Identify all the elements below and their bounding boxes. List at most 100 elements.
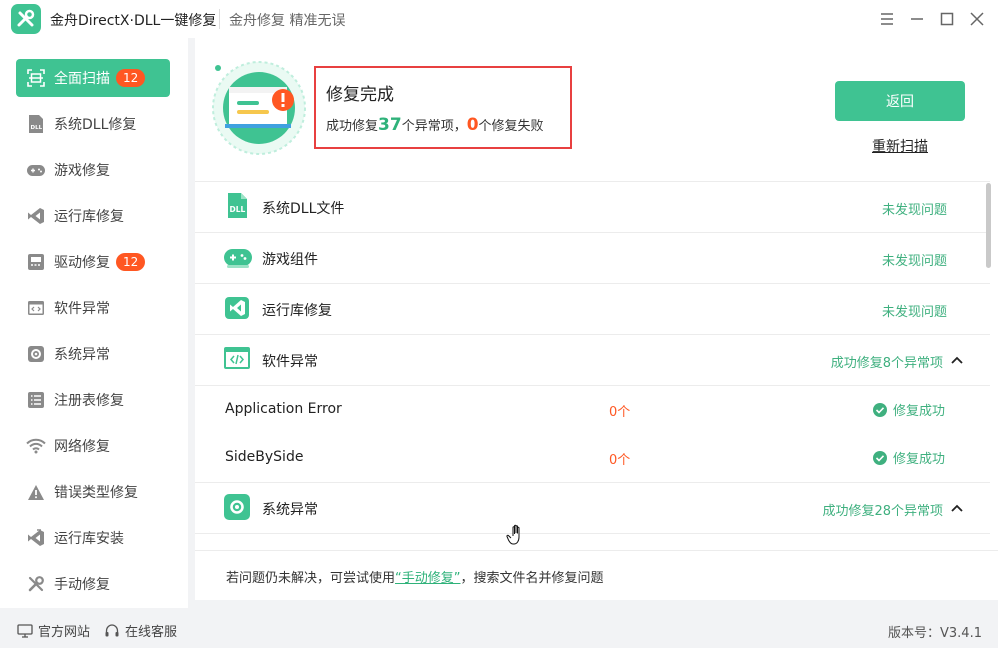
manual-repair-link[interactable]: “手动修复” [395, 571, 460, 586]
back-button[interactable]: 返回 [835, 81, 965, 121]
driver-icon [26, 252, 46, 272]
sidebar-item-system-exception[interactable]: 系统异常 [16, 335, 170, 373]
app-slogan: 金舟修复 精准无误 [229, 13, 346, 29]
sub-item-status: 修复成功 [873, 448, 945, 467]
sidebar-item-game-repair[interactable]: 游戏修复 [16, 151, 170, 189]
minimize-icon[interactable] [906, 8, 928, 30]
sidebar-item-manual-repair[interactable]: 手动修复 [16, 565, 170, 603]
sidebar-item-label: 错误类型修复 [54, 485, 138, 501]
sidebar-item-system-dll[interactable]: DLL 系统DLL修复 [16, 105, 170, 143]
help-hint: 若问题仍未解决，可尝试使用“手动修复”，搜索文件名并修复问题 [195, 550, 998, 600]
sidebar-item-full-scan[interactable]: 全面扫描 12 [16, 59, 170, 97]
list-item-label: 系统DLL文件 [262, 201, 345, 217]
version-label: 版本号：V3.4.1 [888, 626, 982, 641]
failed-count: 0 [466, 115, 479, 135]
dll-icon: DLL [26, 114, 46, 134]
official-website-link[interactable]: 官方网站 [17, 621, 90, 640]
list-item-status: 未发现问题 [881, 254, 947, 269]
fixed-count: 37 [378, 115, 402, 135]
list-item-system-exception[interactable]: 系统异常 成功修复28个异常项 [195, 483, 990, 534]
close-icon[interactable] [966, 8, 988, 30]
sub-item-status: 修复成功 [873, 400, 945, 419]
title-bar: 金舟DirectX·DLL一键修复 金舟修复 精准无误 [0, 0, 998, 38]
sub-item-count: 0个 [609, 405, 631, 420]
headset-icon [104, 623, 120, 639]
list-item-label: 游戏组件 [262, 252, 318, 268]
gamepad-icon [223, 243, 252, 271]
code-window-icon [223, 345, 251, 373]
sub-item-status-text: 修复成功 [893, 452, 946, 467]
check-circle-icon [873, 402, 887, 417]
svg-text:DLL: DLL [230, 205, 246, 214]
website-label: 官方网站 [38, 625, 91, 640]
list-item-runtime-repair[interactable]: 运行库修复 未发现问题 [195, 284, 990, 335]
list-item-status: 未发现问题 [881, 203, 947, 218]
sidebar-item-label: 注册表修复 [54, 393, 124, 409]
list-item-label: 软件异常 [262, 354, 318, 370]
list-item-system-dll[interactable]: DLL 系统DLL文件 未发现问题 [195, 182, 990, 233]
sidebar-item-label: 运行库安装 [54, 531, 124, 547]
sidebar-item-label: 网络修复 [54, 439, 110, 455]
result-description: 成功修复37个异常项，0个修复失败 [326, 115, 560, 135]
list-item-label: 系统异常 [262, 502, 318, 518]
dll-file-icon: DLL [223, 192, 251, 220]
sidebar-item-label: 手动修复 [54, 577, 110, 593]
list-item-label: 运行库修复 [262, 303, 332, 319]
app-logo-icon [11, 4, 41, 34]
vs-icon [26, 206, 46, 226]
sidebar-item-runtime-install[interactable]: 运行库安装 [16, 519, 170, 557]
chevron-up-icon[interactable] [949, 352, 965, 368]
maximize-icon[interactable] [936, 8, 958, 30]
list-item-software-exception[interactable]: 软件异常 成功修复8个异常项 [195, 335, 990, 386]
online-support-link[interactable]: 在线客服 [104, 621, 177, 640]
sidebar-item-label: 软件异常 [54, 301, 110, 317]
driver-count-badge: 12 [116, 253, 146, 271]
support-label: 在线客服 [125, 625, 178, 640]
result-mid: 个异常项， [401, 119, 467, 134]
sidebar-item-label: 驱动修复 [54, 255, 110, 271]
menu-icon[interactable] [876, 8, 898, 30]
sidebar-item-driver-repair[interactable]: 驱动修复 12 [16, 243, 170, 281]
bottom-bar: 官方网站 在线客服 版本号：V3.4.1 [0, 608, 998, 648]
wrench-icon [26, 574, 46, 594]
list-icon [26, 390, 46, 410]
check-circle-icon [873, 450, 887, 465]
gamepad-icon [26, 160, 46, 180]
hand-cursor-icon [506, 524, 528, 548]
sidebar-item-registry-repair[interactable]: 注册表修复 [16, 381, 170, 419]
list-item-game-components[interactable]: 游戏组件 未发现问题 [195, 233, 990, 284]
repair-result-list: DLL 系统DLL文件 未发现问题 游戏组件 未发现问题 运行库修复 未发现问题… [195, 181, 990, 548]
scan-icon [26, 68, 46, 88]
monitor-icon [17, 623, 33, 638]
sub-item-name: Application Error [225, 401, 342, 417]
result-suffix: 个修复失败 [478, 119, 544, 134]
sidebar-item-software-exception[interactable]: 软件异常 [16, 289, 170, 327]
vs-install-icon [26, 528, 46, 548]
warning-icon [26, 482, 46, 502]
hint-before: 若问题仍未解决，可尝试使用 [226, 571, 396, 586]
sub-item-count: 0个 [609, 453, 631, 468]
gear-icon [223, 493, 251, 521]
result-summary-box: 修复完成 成功修复37个异常项，0个修复失败 [314, 66, 572, 149]
sidebar-item-label: 游戏修复 [54, 163, 110, 179]
title-separator [219, 9, 220, 29]
vs-icon [223, 294, 251, 322]
result-prefix: 成功修复 [326, 119, 379, 134]
list-item-status: 成功修复28个异常项 [822, 504, 943, 519]
sidebar-item-label: 系统异常 [54, 347, 110, 363]
result-title: 修复完成 [326, 85, 394, 105]
sub-item-sidebyside: SideBySide 0个 修复成功 [195, 434, 990, 483]
main-panel: 修复完成 成功修复37个异常项，0个修复失败 返回 重新扫描 DLL 系统DLL… [195, 38, 998, 600]
sidebar-item-error-type-repair[interactable]: 错误类型修复 [16, 473, 170, 511]
sidebar: 全面扫描 12 DLL 系统DLL修复 游戏修复 运行库修复 驱动修复 12 软… [0, 38, 188, 608]
sidebar-item-label: 全面扫描 [54, 71, 110, 87]
chevron-up-icon[interactable] [949, 500, 965, 516]
sidebar-item-network-repair[interactable]: 网络修复 [16, 427, 170, 465]
sidebar-item-runtime-repair[interactable]: 运行库修复 [16, 197, 170, 235]
sub-item-name: SideBySide [225, 449, 304, 465]
rescan-link[interactable]: 重新扫描 [872, 136, 928, 156]
sub-item-status-text: 修复成功 [893, 404, 946, 419]
hint-after: ，搜索文件名并修复问题 [460, 571, 604, 586]
list-scrollbar[interactable] [986, 183, 991, 268]
sidebar-item-label: 运行库修复 [54, 209, 124, 225]
